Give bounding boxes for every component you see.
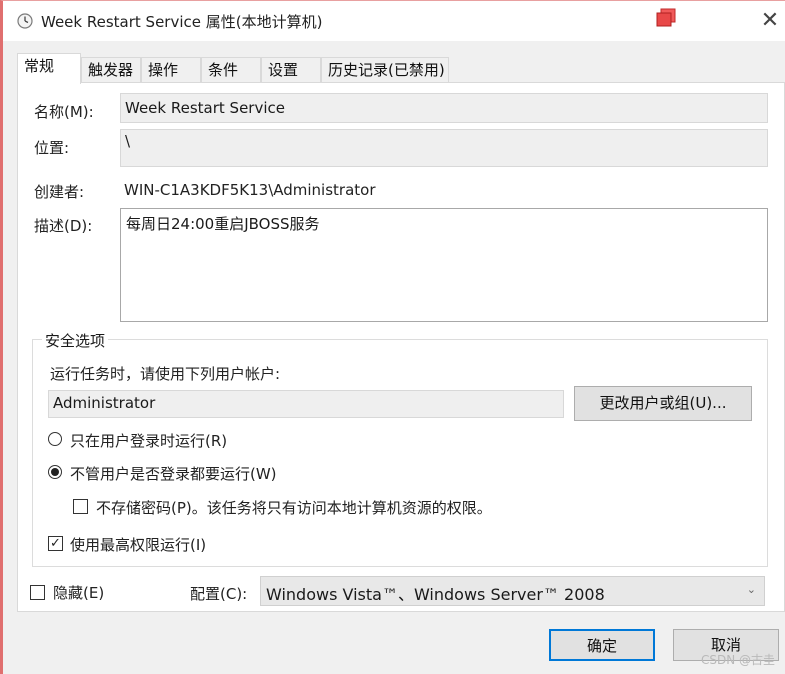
security-options-title: 安全选项 xyxy=(42,330,109,351)
name-field[interactable]: Week Restart Service xyxy=(120,93,768,123)
hidden-checkbox[interactable] xyxy=(30,585,45,600)
restore-window-icon[interactable] xyxy=(653,8,679,30)
clock-icon xyxy=(17,13,33,29)
radio-whether-logged-on-label[interactable]: 不管用户是否登录都要运行(W) xyxy=(70,463,277,484)
author-label: 创建者: xyxy=(34,183,85,201)
tab-triggers[interactable]: 触发器 xyxy=(81,57,141,83)
tab-history[interactable]: 历史记录(已禁用) xyxy=(321,57,449,83)
tab-settings[interactable]: 设置 xyxy=(261,57,321,83)
hidden-label[interactable]: 隐藏(E) xyxy=(53,582,104,603)
tab-general[interactable]: 常规 xyxy=(17,53,81,84)
do-not-store-password-checkbox[interactable] xyxy=(73,499,88,514)
general-panel: 名称(M): Week Restart Service 位置: \ 创建者: W… xyxy=(17,82,785,612)
name-label: 名称(M): xyxy=(34,103,94,121)
location-label: 位置: xyxy=(34,139,70,157)
description-label: 描述(D): xyxy=(34,217,93,235)
do-not-store-password-label[interactable]: 不存储密码(P)。该任务将只有访问本地计算机资源的权限。 xyxy=(96,497,492,518)
title-bar: Week Restart Service 属性(本地计算机) ✕ xyxy=(3,1,785,41)
properties-window: Week Restart Service 属性(本地计算机) ✕ 常规 触发器 … xyxy=(0,0,785,674)
tab-conditions[interactable]: 条件 xyxy=(201,57,261,83)
close-icon: ✕ xyxy=(760,8,780,33)
run-as-prompt: 运行任务时，请使用下列用户帐户: xyxy=(50,365,281,383)
change-user-button[interactable]: 更改用户或组(U)... xyxy=(574,386,752,421)
configure-select[interactable]: Windows Vista™、Windows Server™ 2008 ⌄ xyxy=(260,576,765,606)
tab-actions[interactable]: 操作 xyxy=(141,57,201,83)
run-highest-privileges-label[interactable]: 使用最高权限运行(I) xyxy=(70,534,206,555)
radio-selected-dot xyxy=(51,468,59,476)
configure-label: 配置(C): xyxy=(190,585,248,603)
radio-logged-on[interactable] xyxy=(48,432,62,446)
radio-whether-logged-on[interactable] xyxy=(48,465,62,479)
location-field[interactable]: \ xyxy=(120,129,768,167)
watermark: CSDN @古圭 xyxy=(700,653,775,667)
chevron-down-icon: ⌄ xyxy=(746,583,756,596)
radio-logged-on-label[interactable]: 只在用户登录时运行(R) xyxy=(70,430,227,451)
checkmark-icon: ✓ xyxy=(50,536,61,551)
run-highest-privileges-checkbox[interactable]: ✓ xyxy=(48,536,63,551)
window-title: Week Restart Service 属性(本地计算机) xyxy=(41,13,323,31)
close-button[interactable]: ✕ xyxy=(755,9,785,35)
author-value: WIN-C1A3KDF5K13\Administrator xyxy=(124,181,376,199)
description-textarea[interactable]: 每周日24:00重启JBOSS服务 xyxy=(120,208,768,322)
user-account-field: Administrator xyxy=(48,390,564,418)
configure-select-value: Windows Vista™、Windows Server™ 2008 xyxy=(266,585,605,604)
ok-button[interactable]: 确定 xyxy=(549,629,655,661)
